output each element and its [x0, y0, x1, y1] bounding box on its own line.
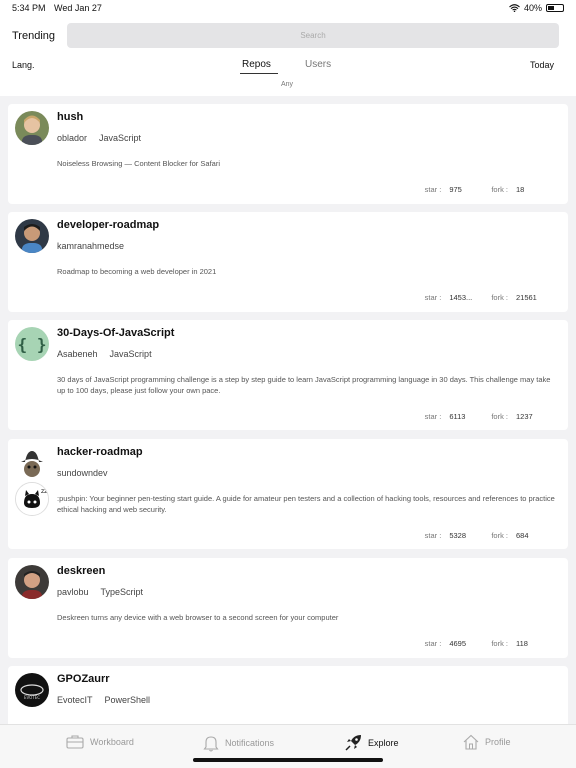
svg-text:zz: zz [41, 488, 47, 495]
status-date: Wed Jan 27 [54, 3, 102, 13]
repo-meta: kamranahmedse [57, 241, 124, 251]
repo-card[interactable]: deskreen pavlobu TypeScript Deskreen turn… [8, 558, 568, 658]
repo-card[interactable]: hush oblador JavaScript Noiseless Browsin… [8, 104, 568, 204]
fork-count: 21561 [516, 293, 537, 302]
search-input[interactable]: Search [67, 23, 559, 48]
star-count: 5328 [449, 531, 467, 540]
repo-stats: star : 975 fork : 18 [425, 185, 546, 194]
repo-name[interactable]: hush [57, 111, 83, 123]
repo-language: JavaScript [109, 349, 152, 359]
tab-label: Notifications [225, 738, 275, 748]
repo-name[interactable]: 30-Days-Of-JavaScript [57, 327, 174, 339]
wifi-icon [509, 4, 520, 12]
bell-icon [203, 736, 219, 752]
person-photo-avatar [15, 219, 49, 253]
page-title: Trending [12, 30, 56, 42]
fork-label: fork : [491, 639, 508, 648]
repo-card[interactable]: developer-roadmap kamranahmedse Roadmap … [8, 212, 568, 312]
repo-description: Roadmap to becoming a web developer in 2… [57, 267, 217, 276]
star-label: star : [424, 639, 442, 648]
briefcase-icon [66, 735, 84, 749]
person-photo-avatar [15, 565, 49, 599]
repo-description: 30 days of JavaScript programming challe… [57, 375, 551, 395]
repo-owner: sundowndev [57, 468, 108, 478]
fork-count: 18 [516, 185, 525, 194]
fork-count: 684 [516, 531, 529, 540]
language-filter-button[interactable]: Lang. [12, 60, 35, 70]
repo-card[interactable]: zz hacker-roadmap sundowndev :pushpin: Y… [8, 439, 568, 549]
status-time: 5:34 PM [12, 3, 46, 13]
repo-description: Deskreen turns any device with a web bro… [57, 613, 339, 622]
tab-notifications[interactable]: Notifications [203, 734, 274, 752]
repo-meta: sundowndev [57, 468, 108, 478]
fork-label: fork : [491, 412, 508, 421]
tab-explore[interactable]: Explore [345, 734, 399, 751]
star-count: 975 [449, 185, 462, 194]
period-filter-button[interactable]: Today [530, 60, 554, 70]
hat-avatar [15, 446, 49, 480]
repo-stats: star : 1453... fork : 21561 [425, 293, 546, 302]
fork-label: fork : [491, 293, 508, 302]
rocket-icon [345, 735, 361, 751]
star-label: star : [424, 293, 442, 302]
svg-text:EVOTEC: EVOTEC [24, 695, 40, 700]
repo-name[interactable]: deskreen [57, 565, 105, 577]
person-photo-avatar [15, 111, 49, 145]
repo-owner: kamranahmedse [57, 241, 125, 251]
repo-language: TypeScript [100, 587, 144, 597]
repo-meta: Asabeneh JavaScript [57, 349, 152, 359]
star-label: star : [424, 185, 442, 194]
repo-name[interactable]: GPOZaurr [57, 673, 110, 685]
repo-card[interactable]: { } 30-Days-Of-JavaScript Asabeneh JavaSc… [8, 320, 568, 430]
repo-owner: Asabeneh [57, 349, 98, 359]
repo-meta: EvotecIT PowerShell [57, 695, 150, 705]
star-label: star : [424, 531, 442, 540]
repo-stats: star : 4695 fork : 118 [425, 639, 546, 648]
repo-owner: oblador [57, 133, 88, 143]
repo-owner: pavlobu [57, 587, 89, 597]
language-filter-value: Any [281, 81, 294, 88]
status-right: 40% [509, 3, 564, 13]
star-count: 6113 [449, 412, 466, 421]
home-indicator [193, 758, 383, 762]
fork-count: 1237 [516, 412, 533, 421]
repo-meta: oblador JavaScript [57, 133, 141, 143]
tab-users[interactable]: Users [305, 59, 331, 70]
star-count: 1453... [449, 293, 473, 302]
repo-description: Noiseless Browsing — Content Blocker for… [57, 159, 220, 168]
star-count: 4695 [449, 639, 467, 648]
fork-count: 118 [516, 639, 528, 648]
battery-percent: 40% [523, 3, 542, 13]
repo-meta: pavlobu TypeScript [57, 587, 143, 597]
repo-list[interactable]: hush oblador JavaScript Noiseless Browsin… [8, 104, 568, 724]
battery-icon [546, 4, 564, 12]
tab-repos[interactable]: Repos [242, 59, 271, 70]
repo-description: :pushpin: Your beginner pen-testing star… [57, 494, 555, 514]
repo-owner: EvotecIT [57, 695, 93, 705]
fork-label: fork : [491, 531, 508, 540]
svg-text:{ }: { } [18, 335, 47, 354]
tab-label: Workboard [90, 736, 134, 747]
repo-stats: star : 5328 fork : 684 [425, 531, 546, 540]
repo-name[interactable]: developer-roadmap [57, 219, 159, 231]
braces-avatar: { } [15, 327, 49, 361]
tab-underline [240, 73, 278, 74]
tab-workboard[interactable]: Workboard [66, 734, 134, 749]
star-label: star : [424, 412, 442, 421]
fork-label: fork : [491, 185, 508, 194]
home-icon [463, 734, 479, 750]
repo-language: JavaScript [99, 133, 142, 143]
repo-name[interactable]: hacker-roadmap [57, 446, 143, 458]
github-octocat-icon: zz [15, 482, 49, 516]
trending-header: Trending Search Lang. Repos Users Any To… [0, 18, 576, 96]
status-bar: 5:34 PM Wed Jan 27 40% [0, 0, 576, 18]
repo-language: PowerShell [104, 695, 151, 705]
tab-profile[interactable]: Profile [463, 734, 511, 750]
tab-label: Explore [368, 737, 399, 748]
repo-stats: star : 6113 fork : 1237 [425, 412, 546, 421]
evotec-logo-avatar: EVOTEC [15, 673, 49, 707]
tab-label: Profile [485, 737, 511, 747]
repo-card[interactable]: EVOTEC GPOZaurr EvotecIT PowerShell [8, 666, 568, 724]
